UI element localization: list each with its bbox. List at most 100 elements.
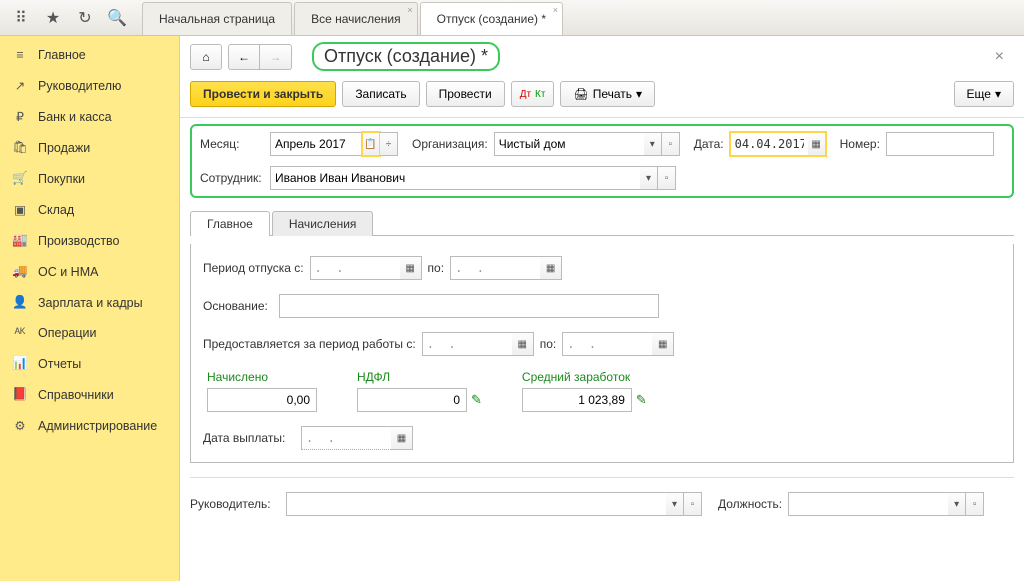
period-from-input[interactable] [310,256,400,280]
work-period-label: Предоставляется за период работы с: [203,337,416,351]
dt-kt-button[interactable]: ДтКт [511,81,555,107]
home-button[interactable]: ⌂ [190,44,222,70]
calendar-icon[interactable]: ▦ [808,132,826,156]
number-label: Номер: [840,137,880,151]
print-button[interactable]: 🖨Печать▾ [560,81,655,107]
history-icon[interactable]: ↻ [70,4,100,32]
month-input[interactable] [270,132,362,156]
calendar-icon[interactable]: ▦ [540,256,562,280]
post-and-close-button[interactable]: Провести и закрыть [190,81,336,107]
org-label: Организация: [412,137,488,151]
basis-input[interactable] [279,294,659,318]
accrued-input[interactable] [207,388,317,412]
tab-start[interactable]: Начальная страница [142,2,292,35]
bars-icon: 📊 [12,356,28,371]
period-to-label: по: [428,261,445,275]
employee-open-button[interactable]: ▫ [658,166,676,190]
gear-icon: ⚙ [12,418,28,433]
sidebar-item-manager[interactable]: ↗Руководителю [0,70,179,101]
employee-dropdown-button[interactable]: ▾ [640,166,658,190]
command-bar: Провести и закрыть Записать Провести ДтК… [180,77,1024,118]
chart-icon: ↗ [12,78,28,93]
sidebar-item-catalogs[interactable]: 📕Справочники [0,379,179,410]
work-from-input[interactable] [422,332,512,356]
sidebar-item-sales[interactable]: 🛍Продажи [0,132,179,163]
position-input[interactable] [788,492,948,516]
sidebar-item-warehouse[interactable]: ▣Склад [0,194,179,225]
position-open-button[interactable]: ▫ [966,492,984,516]
cart-icon: 🛒 [12,171,28,186]
number-input[interactable] [886,132,994,156]
close-icon[interactable]: × [995,48,1004,66]
manager-label: Руководитель: [190,497,280,511]
header-fields-group: Месяц: 📋 ÷ Организация: ▾ ▫ Дата: [190,124,1014,198]
date-label: Дата: [694,137,724,151]
search-icon[interactable]: 🔍 [102,4,132,32]
month-picker-button[interactable]: 📋 [362,132,380,156]
write-button[interactable]: Записать [342,81,419,107]
pencil-icon[interactable]: ✎ [471,392,482,408]
more-button[interactable]: Еще▾ [954,81,1014,107]
work-to-input[interactable] [562,332,652,356]
manager-dropdown-button[interactable]: ▾ [666,492,684,516]
sidebar-item-purchases[interactable]: 🛒Покупки [0,163,179,194]
avg-label: Средний заработок [522,370,632,384]
forward-button[interactable]: → [260,44,292,70]
sidebar-item-bank[interactable]: ₽Банк и касса [0,101,179,132]
tab-accruals[interactable]: Все начисления × [294,2,418,35]
ndfl-input[interactable] [357,388,467,412]
chevron-down-icon: ▾ [995,87,1001,101]
sidebar-item-operations[interactable]: ᴬᴷОперации [0,318,179,348]
tab-vacation[interactable]: Отпуск (создание) * × [420,2,563,35]
month-spin-button[interactable]: ÷ [380,132,398,156]
avg-input[interactable] [522,388,632,412]
org-dropdown-button[interactable]: ▾ [644,132,662,156]
manager-input[interactable] [286,492,666,516]
sidebar-item-main[interactable]: ≡Главное [0,40,179,70]
sidebar-item-assets[interactable]: 🚚ОС и НМА [0,256,179,287]
inner-tab-accruals[interactable]: Начисления [272,211,374,236]
work-to-label: по: [540,337,557,351]
pencil-icon[interactable]: ✎ [636,392,647,408]
position-dropdown-button[interactable]: ▾ [948,492,966,516]
apps-icon[interactable]: ⠿ [6,4,36,32]
ndfl-label: НДФЛ [357,370,467,384]
calendar-icon[interactable]: ▦ [400,256,422,280]
sidebar-item-salary[interactable]: 👤Зарплата и кадры [0,287,179,318]
sidebar-item-reports[interactable]: 📊Отчеты [0,348,179,379]
printer-icon: 🖨 [573,87,588,101]
sidebar: ≡Главное ↗Руководителю ₽Банк и касса 🛍Пр… [0,36,180,581]
period-from-label: Период отпуска с: [203,261,304,275]
page-title: Отпуск (создание) * [312,42,500,71]
star-icon[interactable]: ★ [38,4,68,32]
calendar-icon[interactable]: ▦ [391,426,413,450]
back-button[interactable]: ← [228,44,260,70]
sidebar-item-production[interactable]: 🏭Производство [0,225,179,256]
separator [190,477,1014,478]
sidebar-item-admin[interactable]: ⚙Администрирование [0,410,179,441]
month-label: Месяц: [200,137,264,151]
period-to-input[interactable] [450,256,540,280]
content-header: ⌂ ← → Отпуск (создание) * × [180,36,1024,77]
employee-input[interactable] [270,166,640,190]
close-icon[interactable]: × [553,5,558,15]
employee-label: Сотрудник: [200,171,264,185]
calendar-icon[interactable]: ▦ [512,332,534,356]
org-input[interactable] [494,132,644,156]
tab-bar: Начальная страница Все начисления × Отпу… [142,0,565,35]
date-input[interactable] [730,132,808,156]
factory-icon: 🏭 [12,233,28,248]
post-button[interactable]: Провести [426,81,505,107]
bag-icon: 🛍 [12,140,28,155]
chevron-down-icon: ▾ [636,87,642,101]
ruble-icon: ₽ [12,109,28,124]
inner-tab-main[interactable]: Главное [190,211,270,236]
book-icon: 📕 [12,387,28,402]
manager-open-button[interactable]: ▫ [684,492,702,516]
pay-date-input[interactable] [301,426,391,450]
org-open-button[interactable]: ▫ [662,132,680,156]
calendar-icon[interactable]: ▦ [652,332,674,356]
menu-icon: ≡ [12,48,28,62]
close-icon[interactable]: × [407,5,412,15]
app-top-toolbar: ⠿ ★ ↻ 🔍 Начальная страница Все начислени… [0,0,1024,36]
